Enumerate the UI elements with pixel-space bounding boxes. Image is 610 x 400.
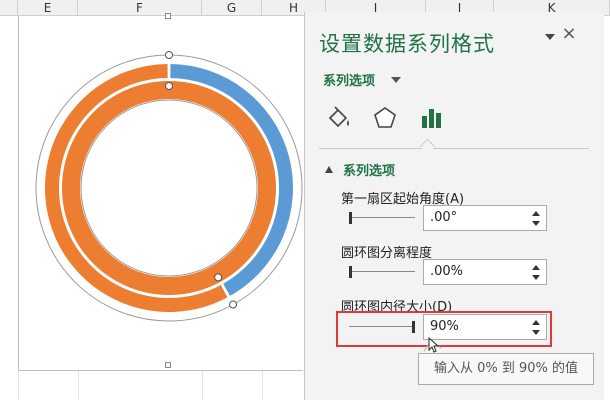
doughnut-explosion-value[interactable]: .00%: [430, 264, 463, 279]
series-options-dropdown[interactable]: 系列选项: [323, 70, 375, 89]
chart-resize-handle-top[interactable]: [165, 13, 171, 19]
pane-options-dropdown-icon[interactable]: [545, 34, 555, 40]
chart-resize-handle-bottom[interactable]: [165, 362, 171, 368]
column-header-e[interactable]: E: [18, 0, 78, 16]
doughnut-chart-svg[interactable]: [19, 16, 303, 370]
effects-pentagon-icon[interactable]: [371, 104, 399, 132]
first-slice-angle-input[interactable]: .00°: [423, 205, 547, 231]
fill-line-icon[interactable]: [325, 104, 353, 132]
spin-down-icon[interactable]: [532, 275, 540, 280]
first-slice-angle-value[interactable]: .00°: [430, 210, 457, 225]
series-options-bar-icon[interactable]: [417, 104, 445, 132]
series-selection-handle-1[interactable]: [165, 82, 173, 90]
spin-down-icon[interactable]: [532, 221, 540, 226]
chevron-down-icon[interactable]: [391, 77, 401, 83]
close-icon[interactable]: ×: [559, 22, 579, 46]
mouse-cursor-icon: [428, 337, 440, 353]
series-selection-handle-0[interactable]: [165, 51, 173, 59]
spin-up-icon[interactable]: [532, 265, 540, 270]
tab-divider: [319, 148, 589, 149]
column-header-g[interactable]: G: [202, 0, 262, 16]
hole-size-highlight-box: [336, 311, 552, 347]
doughnut-chart[interactable]: [18, 13, 303, 371]
doughnut-explosion-label: 圆环图分离程度: [341, 246, 433, 261]
doughnut-explosion-input[interactable]: .00%: [423, 259, 547, 285]
series-selection-handle-3[interactable]: [214, 273, 223, 282]
series-selection-handle-2[interactable]: [229, 300, 238, 309]
spin-up-icon[interactable]: [532, 211, 540, 216]
column-header-corner: [0, 0, 18, 16]
ring-outline-2: [80, 99, 258, 277]
hole-size-tooltip: 输入从 0% 到 90% 的值: [418, 353, 594, 385]
collapse-triangle-icon[interactable]: [325, 166, 333, 173]
pane-title: 设置数据系列格式: [319, 32, 495, 56]
column-header-f[interactable]: F: [78, 0, 202, 16]
section-series-options[interactable]: 系列选项: [343, 160, 395, 179]
first-slice-angle-slider[interactable]: [349, 212, 415, 224]
active-tab-indicator: [419, 138, 436, 155]
doughnut-explosion-slider[interactable]: [349, 266, 415, 278]
inner-ring-segment-0[interactable]: [62, 81, 276, 295]
